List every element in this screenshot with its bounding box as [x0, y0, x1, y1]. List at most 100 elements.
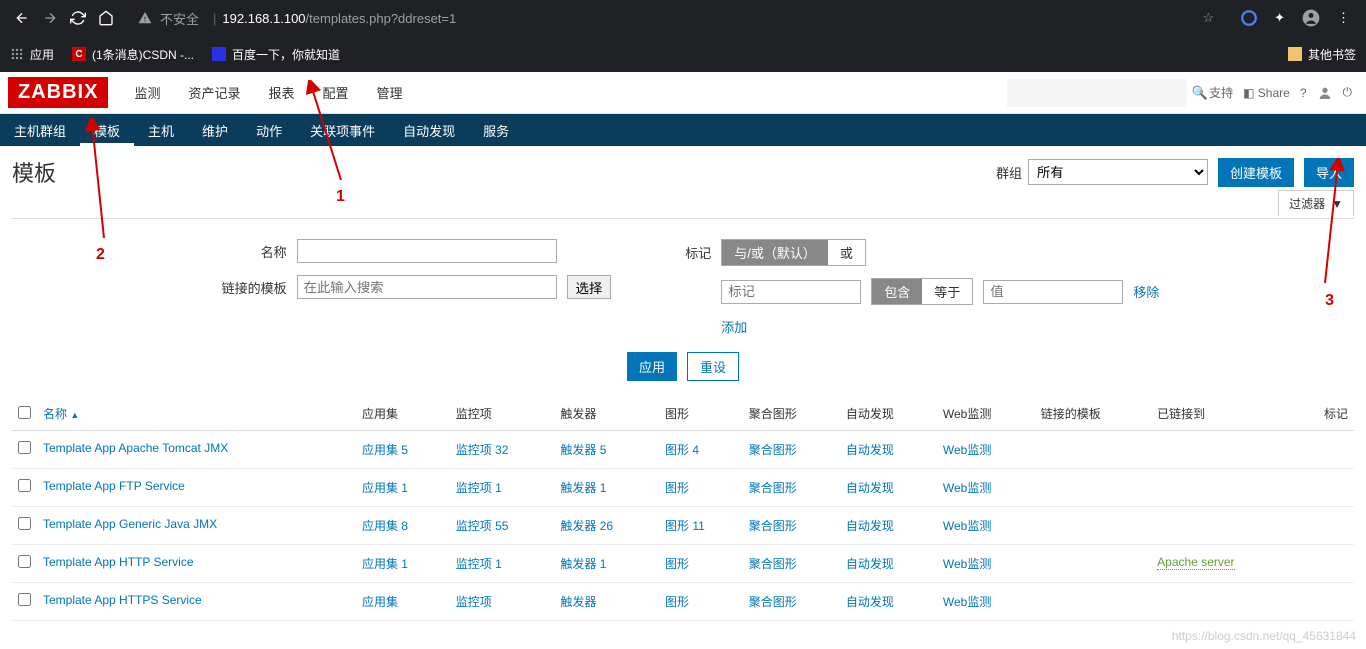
group-select[interactable]: 所有: [1028, 159, 1208, 185]
items-link[interactable]: 监控项 1: [456, 557, 502, 571]
items-link[interactable]: 监控项: [456, 595, 492, 609]
triggers-link[interactable]: 触发器 5: [560, 443, 606, 457]
th-web[interactable]: Web监测: [937, 397, 1035, 431]
subnav-actions[interactable]: 动作: [242, 114, 296, 146]
tag-value-input[interactable]: [983, 280, 1123, 304]
reload-button[interactable]: [64, 4, 92, 32]
screens-link[interactable]: 聚合图形: [749, 481, 797, 495]
items-link[interactable]: 监控项 32: [456, 443, 509, 457]
select-all-checkbox[interactable]: [18, 406, 31, 419]
triggers-link[interactable]: 触发器 26: [560, 519, 613, 533]
logo[interactable]: ZABBIX: [8, 77, 108, 108]
power-icon[interactable]: ⏻: [1343, 85, 1353, 100]
discovery-link[interactable]: 自动发现: [846, 519, 894, 533]
screens-link[interactable]: 聚合图形: [749, 557, 797, 571]
subnav-hosts[interactable]: 主机: [134, 114, 188, 146]
screens-link[interactable]: 聚合图形: [749, 443, 797, 457]
web-link[interactable]: Web监测: [943, 557, 991, 571]
search-box[interactable]: 🔍: [1007, 79, 1187, 107]
graphs-link[interactable]: 图形: [665, 595, 689, 609]
template-name-link[interactable]: Template App HTTP Service: [43, 555, 194, 569]
row-checkbox[interactable]: [18, 441, 31, 454]
nav-admin[interactable]: 管理: [365, 73, 415, 112]
filter-reset-button[interactable]: 重设: [687, 352, 739, 381]
support-link[interactable]: ♀ 支持: [1197, 84, 1233, 101]
row-checkbox[interactable]: [18, 479, 31, 492]
items-link[interactable]: 监控项 1: [456, 481, 502, 495]
items-link[interactable]: 监控项 55: [456, 519, 509, 533]
user-icon[interactable]: [1317, 85, 1333, 101]
home-button[interactable]: [92, 4, 120, 32]
th-name[interactable]: 名称 ▲: [43, 407, 79, 421]
apps-link[interactable]: 应用集 1: [362, 557, 408, 571]
th-items[interactable]: 监控项: [450, 397, 555, 431]
screens-link[interactable]: 聚合图形: [749, 595, 797, 609]
csdn-bookmark[interactable]: C(1条消息)CSDN -...: [72, 46, 194, 63]
web-link[interactable]: Web监测: [943, 481, 991, 495]
baidu-bookmark[interactable]: 百度一下，你就知道: [212, 46, 340, 63]
row-checkbox[interactable]: [18, 517, 31, 530]
apps-link[interactable]: 应用集 5: [362, 443, 408, 457]
graphs-link[interactable]: 图形 4: [665, 443, 699, 457]
url-bar[interactable]: 不安全 | 192.168.1.100/templates.php?ddrese…: [128, 4, 1224, 32]
discovery-link[interactable]: 自动发现: [846, 557, 894, 571]
back-button[interactable]: [8, 4, 36, 32]
th-apps[interactable]: 应用集: [356, 397, 450, 431]
nav-monitoring[interactable]: 监测: [122, 73, 172, 112]
tag-name-input[interactable]: [721, 280, 861, 304]
menu-icon[interactable]: ⋮: [1337, 10, 1350, 26]
star-icon[interactable]: ☆: [1202, 10, 1214, 26]
nav-config[interactable]: 配置: [311, 73, 361, 112]
apps-link[interactable]: 应用集 8: [362, 519, 408, 533]
forward-button[interactable]: [36, 4, 64, 32]
filter-apply-button[interactable]: 应用: [627, 352, 677, 381]
create-template-button[interactable]: 创建模板: [1218, 158, 1294, 187]
subnav-maintenance[interactable]: 维护: [188, 114, 242, 146]
filter-linked-input[interactable]: [297, 275, 557, 299]
web-link[interactable]: Web监测: [943, 443, 991, 457]
discovery-link[interactable]: 自动发现: [846, 481, 894, 495]
subnav-hostgroups[interactable]: 主机群组: [0, 114, 80, 146]
graphs-link[interactable]: 图形: [665, 557, 689, 571]
screens-link[interactable]: 聚合图形: [749, 519, 797, 533]
row-checkbox[interactable]: [18, 593, 31, 606]
triggers-link[interactable]: 触发器 1: [560, 481, 606, 495]
template-name-link[interactable]: Template App HTTPS Service: [43, 593, 202, 607]
triggers-link[interactable]: 触发器 1: [560, 557, 606, 571]
tag-andor-toggle[interactable]: 与/或（默认）或: [721, 239, 866, 266]
other-bookmarks[interactable]: 其他书签: [1288, 46, 1356, 63]
tag-remove-link[interactable]: 移除: [1133, 282, 1159, 301]
apps-link[interactable]: 应用集: [362, 595, 398, 609]
tag-add-link[interactable]: 添加: [721, 317, 747, 336]
chrome-circle-icon[interactable]: [1240, 9, 1258, 27]
web-link[interactable]: Web监测: [943, 519, 991, 533]
subnav-discovery[interactable]: 自动发现: [389, 114, 469, 146]
graphs-link[interactable]: 图形 11: [665, 519, 705, 533]
template-name-link[interactable]: Template App Apache Tomcat JMX: [43, 441, 228, 455]
graphs-link[interactable]: 图形: [665, 481, 689, 495]
help-icon[interactable]: ?: [1300, 86, 1307, 100]
profile-icon[interactable]: [1301, 8, 1321, 28]
filter-tab[interactable]: 过滤器▼: [1278, 190, 1354, 216]
subnav-templates[interactable]: 模板: [80, 114, 134, 146]
subnav-correlation[interactable]: 关联项事件: [296, 114, 389, 146]
template-name-link[interactable]: Template App FTP Service: [43, 479, 185, 493]
template-name-link[interactable]: Template App Generic Java JMX: [43, 517, 217, 531]
th-screens[interactable]: 聚合图形: [743, 397, 840, 431]
nav-inventory[interactable]: 资产记录: [176, 73, 252, 112]
row-checkbox[interactable]: [18, 555, 31, 568]
apps-link[interactable]: 应用集 1: [362, 481, 408, 495]
share-link[interactable]: ◧ Share: [1243, 86, 1290, 100]
tag-op-toggle[interactable]: 包含等于: [871, 278, 973, 305]
triggers-link[interactable]: 触发器: [560, 595, 596, 609]
extensions-icon[interactable]: ✦: [1274, 10, 1285, 26]
web-link[interactable]: Web监测: [943, 595, 991, 609]
apps-bookmark[interactable]: 应用: [10, 46, 54, 63]
subnav-services[interactable]: 服务: [469, 114, 523, 146]
filter-select-button[interactable]: 选择: [567, 275, 612, 299]
linkedto-link[interactable]: Apache server: [1157, 555, 1234, 570]
discovery-link[interactable]: 自动发现: [846, 443, 894, 457]
import-button[interactable]: 导入: [1304, 158, 1354, 187]
th-triggers[interactable]: 触发器: [554, 397, 659, 431]
th-discovery[interactable]: 自动发现: [840, 397, 937, 431]
